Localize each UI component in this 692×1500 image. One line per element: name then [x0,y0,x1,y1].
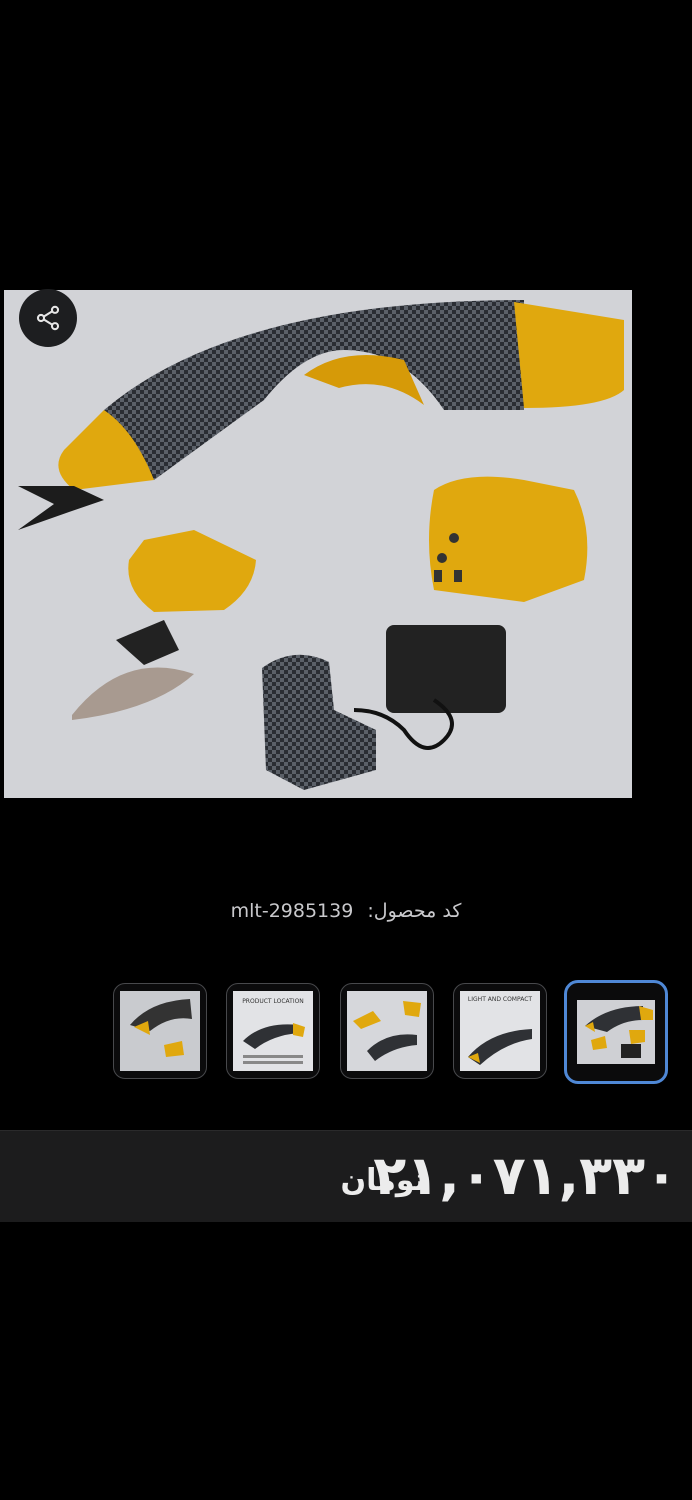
price-currency: تومان [340,1163,426,1198]
thumbnail-4-caption: LIGHT AND COMPACT [468,996,532,1003]
thumbnail-1[interactable] [113,983,207,1079]
price-bar: ۲۱,۰۷۱,۳۳۰ تومان [0,1130,692,1222]
product-code-value: mlt-2985139 [230,900,354,922]
thumbnail-1-image [120,991,200,1071]
thumbnail-5-selected[interactable] [564,980,668,1084]
thumbnail-4[interactable]: LIGHT AND COMPACT [453,983,547,1079]
thumbnail-3-image [347,991,427,1071]
share-icon [36,305,60,331]
product-code-label: کد محصول: [367,900,462,922]
thumbnail-2-caption: PRODUCT LOCATION [242,998,304,1005]
product-image[interactable] [4,290,632,798]
thumbnail-4-image: LIGHT AND COMPACT [460,991,540,1071]
share-button[interactable] [19,289,77,347]
product-code: کد محصول: mlt-2985139 [0,900,692,922]
thumbnail-2-image: PRODUCT LOCATION [233,991,313,1071]
thumbnail-5-image [577,1000,655,1064]
thumbnail-3[interactable] [340,983,434,1079]
thumbnail-2[interactable]: PRODUCT LOCATION [226,983,320,1079]
product-photo [4,290,632,798]
